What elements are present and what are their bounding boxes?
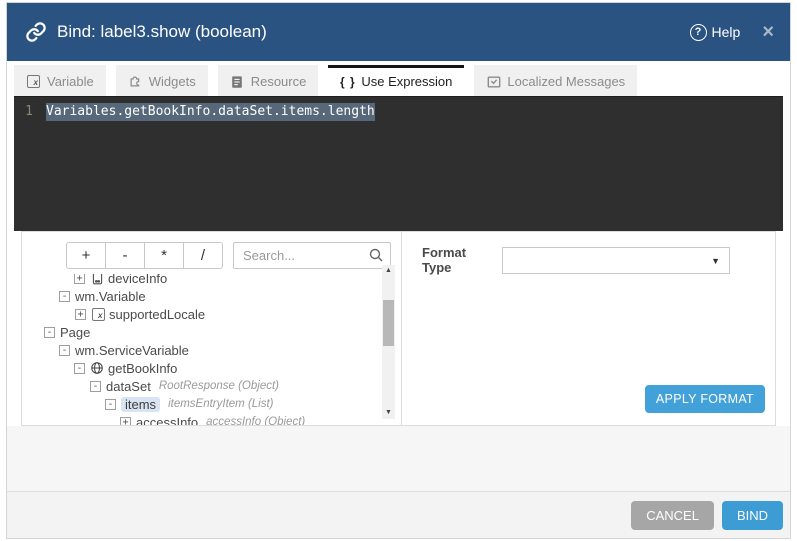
tab-label: Resource xyxy=(251,74,307,89)
close-icon[interactable]: × xyxy=(762,22,774,42)
help-button[interactable]: ? Help xyxy=(690,24,741,41)
device-icon xyxy=(90,274,104,285)
tree-node-label[interactable]: supportedLocale xyxy=(109,307,205,322)
scroll-up-icon[interactable]: ▲ xyxy=(382,265,395,277)
cancel-button[interactable]: CANCEL xyxy=(631,501,714,530)
tab-localized-messages[interactable]: Localized Messages xyxy=(474,65,637,96)
bind-panels: + - * / + xyxy=(21,231,776,426)
line-number: 1 xyxy=(14,103,46,121)
vertical-scrollbar[interactable]: ▲ ▼ xyxy=(382,265,395,419)
tree-row-accessInfo[interactable]: + accessInfo accessInfo (Object) xyxy=(44,413,401,425)
tree-expander[interactable]: - xyxy=(105,399,116,410)
tab-resource[interactable]: Resource xyxy=(218,65,319,96)
operator-subtract-button[interactable]: - xyxy=(105,242,145,269)
variable-icon: x xyxy=(26,74,41,89)
localized-messages-icon xyxy=(486,74,501,89)
expression-icon: { } xyxy=(340,74,355,89)
widgets-icon xyxy=(128,74,143,89)
tree-expander[interactable]: - xyxy=(59,345,70,356)
variables-tree: + deviceInfo - wm.Variable + xyxy=(22,274,401,425)
tab-widgets[interactable]: Widgets xyxy=(116,65,208,96)
tree-row-wm-variable[interactable]: - wm.Variable xyxy=(44,287,401,305)
dialog-body-spacer xyxy=(7,426,790,491)
tree-expander[interactable]: + xyxy=(75,309,86,320)
variable-icon: x xyxy=(91,307,105,321)
tree-expander[interactable]: - xyxy=(74,363,85,374)
tree-expander[interactable]: + xyxy=(74,274,85,284)
tree-expander[interactable]: - xyxy=(59,291,70,302)
tab-variable[interactable]: x Variable xyxy=(14,65,106,96)
operator-add-button[interactable]: + xyxy=(66,242,106,269)
tree-node-type: RootResponse (Object) xyxy=(159,380,279,392)
editor-line: 1 Variables.getBookInfo.dataSet.items.le… xyxy=(14,103,783,121)
help-icon: ? xyxy=(690,24,707,41)
apply-format-button[interactable]: APPLY FORMAT xyxy=(645,385,765,413)
expression-editor[interactable]: 1 Variables.getBookInfo.dataSet.items.le… xyxy=(14,96,783,231)
tree-node-label[interactable]: accessInfo xyxy=(136,415,198,426)
tree-node-label[interactable]: getBookInfo xyxy=(108,361,177,376)
tree-node-type: itemsEntryItem (List) xyxy=(168,398,273,410)
tree-row-items[interactable]: - items itemsEntryItem (List) xyxy=(44,395,401,413)
tree-node-label[interactable]: Page xyxy=(60,325,90,340)
tree-expander[interactable]: + xyxy=(120,417,131,426)
dialog-footer: CANCEL BIND xyxy=(7,491,790,538)
tab-label: Localized Messages xyxy=(507,74,625,89)
help-label: Help xyxy=(712,24,741,40)
format-type-select[interactable]: ▼ xyxy=(502,247,730,274)
tree-node-label[interactable]: dataSet xyxy=(106,379,151,394)
service-variable-icon xyxy=(90,361,104,375)
expression-toolbar: + - * / xyxy=(66,242,391,269)
bind-dialog: Bind: label3.show (boolean) ? Help × x V… xyxy=(6,2,791,539)
format-type-label: Format Type xyxy=(422,245,488,275)
tree-node-label[interactable]: wm.Variable xyxy=(75,289,146,304)
dialog-header: Bind: label3.show (boolean) ? Help × xyxy=(7,3,790,61)
tab-label: Variable xyxy=(47,74,94,89)
dialog-title: Bind: label3.show (boolean) xyxy=(57,22,267,42)
scroll-thumb[interactable] xyxy=(383,300,394,346)
tree-row-getBookInfo[interactable]: - getBookInfo xyxy=(44,359,401,377)
tree-node-type: accessInfo (Object) xyxy=(206,416,305,425)
tree-row-dataSet[interactable]: - dataSet RootResponse (Object) xyxy=(44,377,401,395)
tree-node-label[interactable]: deviceInfo xyxy=(108,274,167,286)
tree-row-wm-servicevariable[interactable]: - wm.ServiceVariable xyxy=(44,341,401,359)
link-icon xyxy=(25,21,47,43)
tab-label: Widgets xyxy=(149,74,196,89)
tab-bar: x Variable Widgets Resource xyxy=(7,61,790,96)
tab-use-expression[interactable]: { } Use Expression xyxy=(328,65,464,96)
operator-multiply-button[interactable]: * xyxy=(144,242,184,269)
format-panel: Format Type ▼ APPLY FORMAT xyxy=(402,232,775,425)
tree-row-supportedLocale[interactable]: + x supportedLocale xyxy=(44,305,401,323)
tree-node-label[interactable]: wm.ServiceVariable xyxy=(75,343,189,358)
variables-panel: + - * / + xyxy=(22,232,402,425)
tree-expander[interactable]: - xyxy=(90,381,101,392)
tree-node-label-selected[interactable]: items xyxy=(121,397,160,412)
resource-icon xyxy=(230,74,245,89)
scroll-down-icon[interactable]: ▼ xyxy=(382,407,395,419)
tree-row-deviceInfo[interactable]: + deviceInfo xyxy=(44,274,401,287)
operator-divide-button[interactable]: / xyxy=(183,242,223,269)
search-icon xyxy=(368,247,384,263)
bind-button[interactable]: BIND xyxy=(722,501,783,530)
expression-code[interactable]: Variables.getBookInfo.dataSet.items.leng… xyxy=(46,103,375,121)
tree-row-page[interactable]: - Page xyxy=(44,323,401,341)
tree-expander[interactable]: - xyxy=(44,327,55,338)
tab-label: Use Expression xyxy=(361,74,452,89)
operator-group: + - * / xyxy=(66,242,223,269)
chevron-down-icon: ▼ xyxy=(711,256,720,266)
